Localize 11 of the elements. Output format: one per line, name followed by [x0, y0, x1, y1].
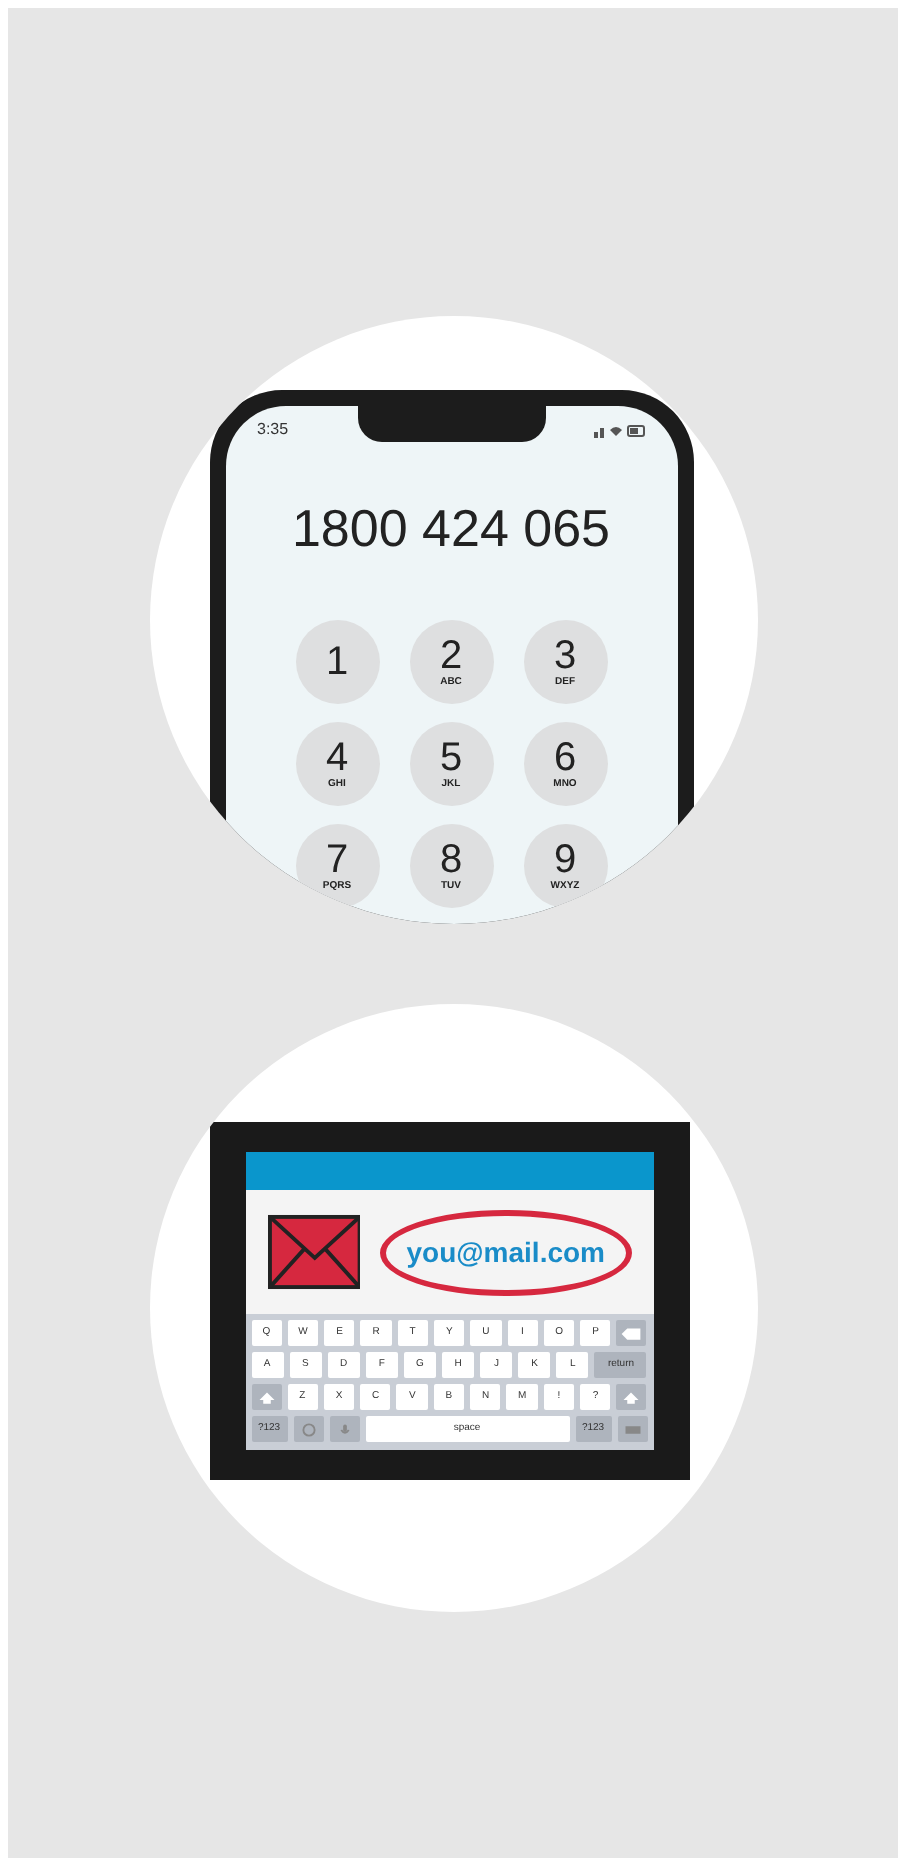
- envelope-icon: [267, 1214, 361, 1290]
- dial-key[interactable]: 1: [295, 620, 379, 704]
- keyboard-key[interactable]: [617, 1416, 647, 1442]
- status-time: 3:35: [257, 418, 289, 442]
- status-icons: [593, 423, 645, 437]
- microphone-key[interactable]: [329, 1416, 359, 1442]
- shift-key[interactable]: [251, 1384, 281, 1410]
- shift-key[interactable]: [616, 1384, 647, 1410]
- backspace-key[interactable]: [616, 1320, 647, 1346]
- email-address: you@mail.com: [380, 1209, 631, 1295]
- dialed-number: 1800 424 065: [291, 496, 611, 562]
